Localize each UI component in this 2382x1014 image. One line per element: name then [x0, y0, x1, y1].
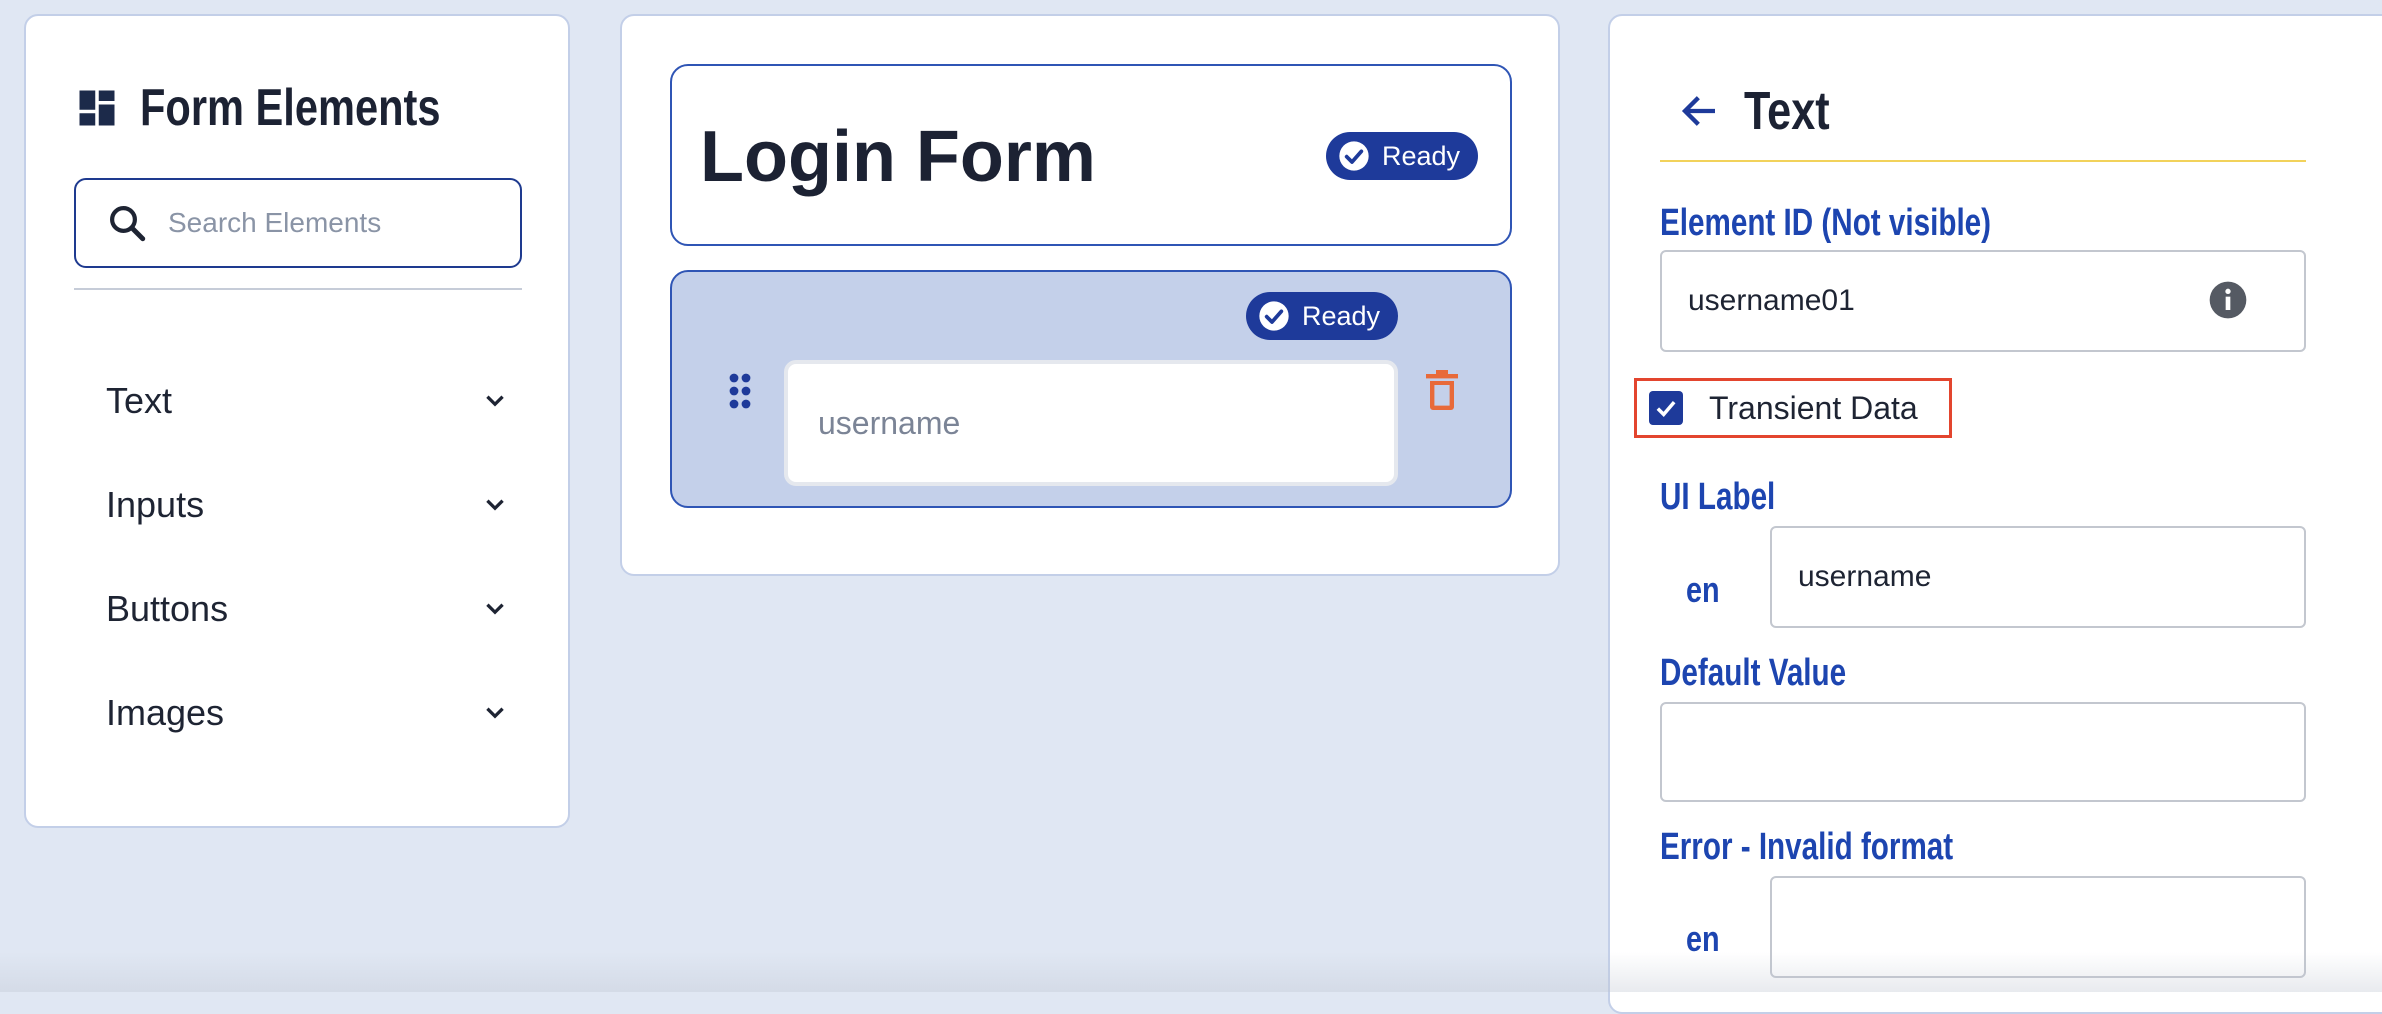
arrow-left-icon[interactable] [1680, 91, 1720, 131]
default-value-label: Default Value [1660, 652, 1847, 694]
properties-title: Text [1744, 81, 1830, 141]
search-icon [110, 206, 146, 242]
trash-icon[interactable] [1424, 370, 1460, 410]
search-input[interactable] [166, 206, 500, 240]
divider [74, 288, 522, 290]
checkmark-icon [1656, 401, 1676, 417]
dashboard-icon [79, 90, 115, 126]
form-elements-panel: Form Elements Text Inputs Buttons Images [24, 14, 570, 828]
info-icon[interactable] [2208, 280, 2248, 320]
chevron-down-icon [486, 603, 504, 615]
category-text[interactable]: Text [106, 366, 512, 436]
status-label: Ready [1382, 140, 1461, 171]
ui-label-input[interactable] [1770, 526, 2306, 628]
category-label: Inputs [106, 484, 205, 525]
transient-data-option[interactable]: Transient Data [1634, 378, 1952, 438]
chevron-down-icon [486, 395, 504, 407]
language-code: en [1686, 569, 1720, 610]
properties-header: Text [1680, 80, 1851, 142]
element-id-label: Element ID (Not visible) [1660, 202, 1992, 244]
divider [1660, 160, 2306, 162]
check-circle-icon [1339, 141, 1369, 171]
drag-handle-icon[interactable] [728, 372, 752, 410]
error-invalid-format-input[interactable] [1770, 876, 2306, 978]
category-images[interactable]: Images [106, 678, 512, 748]
language-code: en [1686, 918, 1720, 959]
form-canvas: Login Form Ready Ready [620, 14, 1560, 576]
form-title: Login Form [700, 117, 1096, 197]
chevron-down-icon [486, 499, 504, 511]
default-value-input[interactable] [1660, 702, 2306, 802]
category-label: Text [106, 380, 173, 421]
category-label: Buttons [106, 588, 229, 629]
check-circle-icon [1259, 301, 1289, 331]
status-badge: Ready [1326, 132, 1479, 180]
search-field[interactable] [74, 178, 522, 268]
panel-title: Form Elements [140, 79, 441, 137]
category-inputs[interactable]: Inputs [106, 470, 512, 540]
form-title-block[interactable]: Login Form Ready [670, 64, 1512, 246]
properties-panel: Text Element ID (Not visible) Transient … [1608, 14, 2382, 1014]
transient-data-label: Transient Data [1709, 389, 1918, 426]
error-invalid-format-label: Error - Invalid format [1660, 826, 1954, 868]
ui-label-label: UI Label [1660, 476, 1776, 518]
form-field-card[interactable]: Ready [670, 270, 1512, 508]
category-label: Images [106, 692, 225, 733]
status-badge: Ready [1246, 292, 1399, 340]
chevron-down-icon [486, 707, 504, 719]
username-preview-input[interactable] [784, 360, 1398, 486]
transient-data-checkbox[interactable] [1649, 391, 1683, 425]
category-buttons[interactable]: Buttons [106, 574, 512, 644]
status-label: Ready [1302, 300, 1381, 331]
panel-header: Form Elements [76, 78, 516, 138]
